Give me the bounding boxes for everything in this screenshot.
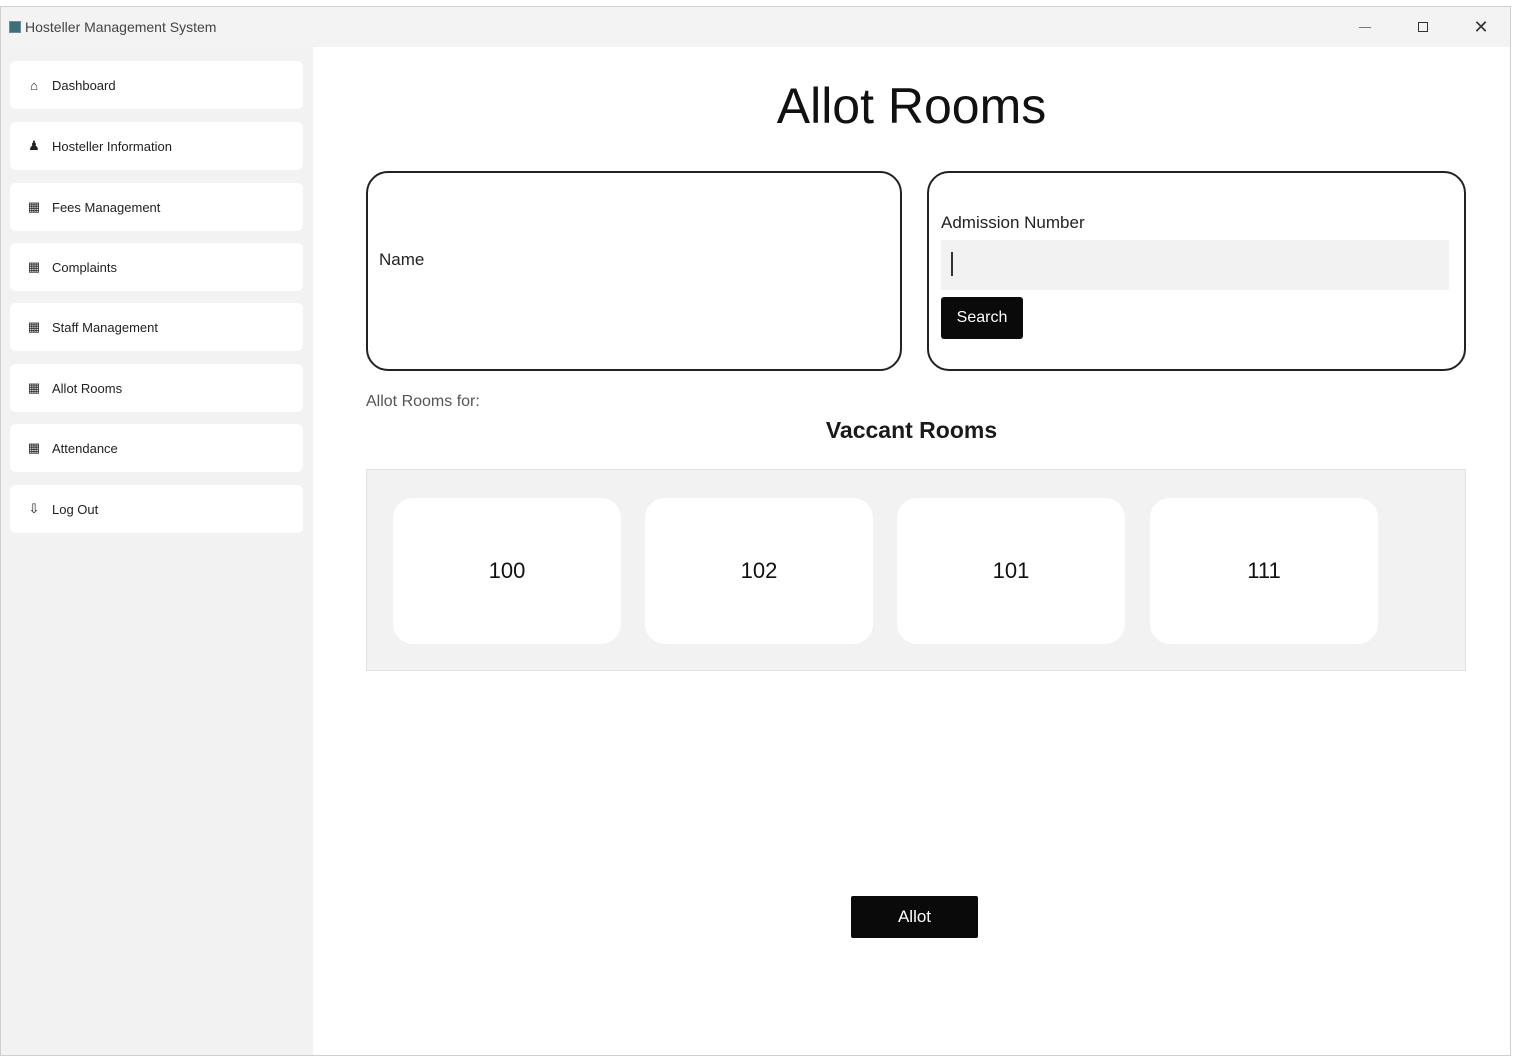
name-card: Name xyxy=(366,171,902,371)
sidebar-item-log-out[interactable]: ⇩ Log Out xyxy=(10,485,303,533)
sidebar-item-label: Log Out xyxy=(52,501,99,517)
app-icon xyxy=(9,21,21,33)
sidebar-item-label: Staff Management xyxy=(52,319,158,335)
room-card[interactable]: 101 xyxy=(897,498,1125,644)
room-card[interactable]: 111 xyxy=(1150,498,1378,644)
window-title: Hosteller Management System xyxy=(25,19,217,35)
title-bar: Hosteller Management System ✕ xyxy=(1,7,1510,47)
grid-icon: ▦ xyxy=(27,440,41,455)
name-label: Name xyxy=(379,250,425,269)
sidebar-item-complaints[interactable]: ▦ Complaints xyxy=(10,243,303,291)
window-controls: ✕ xyxy=(1336,7,1510,47)
admission-number-label: Admission Number xyxy=(941,213,1085,232)
close-button[interactable]: ✕ xyxy=(1452,7,1510,47)
sidebar-item-label: Complaints xyxy=(52,259,118,275)
page-title: Allot Rooms xyxy=(776,78,1047,134)
sidebar-item-dashboard[interactable]: ⌂ Dashboard xyxy=(10,61,303,109)
minimize-icon xyxy=(1359,26,1371,28)
sidebar-item-label: Attendance xyxy=(52,440,118,456)
sidebar-item-label: Allot Rooms xyxy=(52,380,123,396)
close-icon: ✕ xyxy=(1473,16,1489,37)
maximize-button[interactable] xyxy=(1394,7,1452,47)
main-content: Allot Rooms Name Admission Number Search… xyxy=(313,47,1510,1055)
grid-icon: ▦ xyxy=(27,199,41,214)
sidebar-item-hosteller-information[interactable]: ♟ Hosteller Information xyxy=(10,122,303,170)
maximize-icon xyxy=(1418,22,1428,32)
room-card[interactable]: 102 xyxy=(645,498,873,644)
sidebar-item-label: Dashboard xyxy=(52,77,116,93)
sidebar-item-attendance[interactable]: ▦ Attendance xyxy=(10,424,303,472)
sidebar-item-fees-management[interactable]: ▦ Fees Management xyxy=(10,183,303,231)
grid-icon: ▦ xyxy=(27,319,41,334)
sidebar-item-label: Hosteller Information xyxy=(52,138,172,154)
search-button[interactable]: Search xyxy=(941,297,1023,339)
admission-card: Admission Number Search xyxy=(927,171,1466,371)
text-cursor xyxy=(951,252,953,276)
app-window: Hosteller Management System ✕ ⌂ Dashboar… xyxy=(0,6,1511,1056)
vacant-rooms-heading: Vaccant Rooms xyxy=(825,417,998,443)
admission-number-input[interactable] xyxy=(941,240,1449,290)
sidebar-item-staff-management[interactable]: ▦ Staff Management xyxy=(10,303,303,351)
vacant-rooms-panel: 100 102 101 111 xyxy=(366,469,1466,671)
sidebar-item-label: Fees Management xyxy=(52,199,161,215)
room-card[interactable]: 100 xyxy=(393,498,621,644)
grid-icon: ▦ xyxy=(27,380,41,395)
sidebar-item-allot-rooms[interactable]: ▦ Allot Rooms xyxy=(10,364,303,412)
logout-icon: ⇩ xyxy=(28,501,40,516)
person-icon: ♟ xyxy=(28,138,40,153)
allot-rooms-for-label: Allot Rooms for: xyxy=(366,393,480,410)
home-icon: ⌂ xyxy=(30,77,38,93)
sidebar: ⌂ Dashboard ♟ Hosteller Information ▦ Fe… xyxy=(1,47,313,1055)
grid-icon: ▦ xyxy=(27,259,41,274)
allot-button[interactable]: Allot xyxy=(851,896,978,938)
minimize-button[interactable] xyxy=(1336,7,1394,47)
